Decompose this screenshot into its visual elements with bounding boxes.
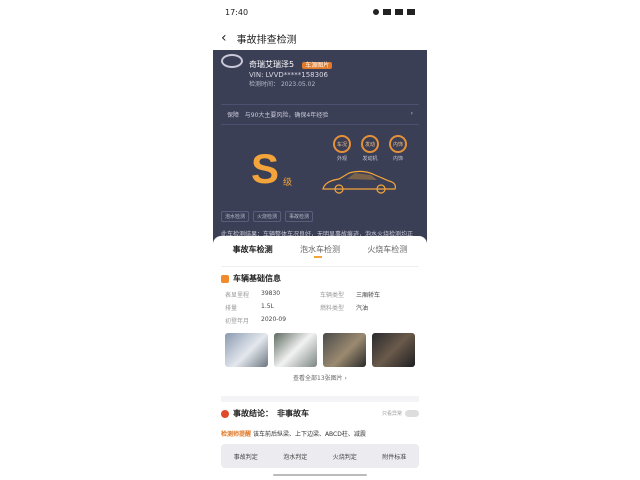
info-label: 初登年月 [225,318,250,325]
check-chips: 泡水检测 火烧检测 事故检测 [213,211,427,222]
status-bar: 17:40 [213,0,427,24]
info-label: 表显里程 [225,292,250,299]
info-value: 39830 [261,290,281,297]
tab-bar: 事故车检测 泡水车检测 火烧车检测 [213,236,427,264]
bottom-nav: 事故判定 泡水判定 火烧判定 附件标准 [221,444,419,468]
check-chip: 火烧检测 [253,211,282,222]
location-icon [373,9,379,15]
info-label: 排量 [225,305,238,312]
battery-icon [407,9,415,15]
vin-number: VIN: LVVD*****158306 [249,71,328,79]
info-row: 初登年月 2020-09 [225,316,320,325]
chevron-right-icon: › [410,110,413,117]
inspection-date-label: 检测时间： [249,81,280,88]
score-ring: 发动 [361,135,379,153]
conclusion-icon [221,409,229,418]
basic-info-title-text: 车辆基础信息 [233,274,281,283]
abnormal-only-label: 只看异常 [381,411,402,417]
nav-bar: ‹ 事故排查检测 [213,24,427,52]
basic-info-card: 车辆基础信息 表显里程 39830 车辆类型 三厢轿车 排量 1.5L 燃料类型… [221,266,419,382]
check-chip: 事故检测 [285,211,314,222]
back-arrow-icon[interactable]: ‹ [221,30,227,46]
info-row: 排量 1.5L [225,303,320,312]
tab-accident[interactable]: 事故车检测 [233,244,273,264]
info-row: 表显里程 39830 [225,290,320,299]
car-illustration-icon [322,170,396,194]
bottom-nav-item[interactable]: 泡水判定 [283,452,307,461]
info-value: 1.5L [261,303,274,310]
basic-info-title: 车辆基础信息 [221,273,419,284]
car-name: 奇瑞艾瑞泽5 [249,60,295,69]
car-photo[interactable] [372,333,415,367]
guarantee-label: 保障 [227,112,240,119]
ring-item: 内饰 内饰 [389,135,407,162]
grade-suffix: 级 [283,178,293,188]
tab-fire[interactable]: 火烧车检测 [367,244,407,264]
summary-text: 该车前后纵梁、上下边梁、ABCD柱、减震 [252,431,366,438]
grade-letter: S [251,145,280,192]
ring-item: 发动 发动机 [361,135,379,162]
car-photos [221,333,419,367]
car-photo-badge[interactable]: 车源图片 [302,62,333,69]
grade-area: S 级 车况 外观 发动 发动机 内饰 内饰 [213,131,427,211]
info-value: 汽油 [356,305,369,312]
ring-label: 内饰 [392,156,403,162]
car-info-icon [221,274,229,283]
check-chip: 泡水检测 [221,211,250,222]
status-time: 17:40 [225,7,249,17]
guarantee-row[interactable]: 保障 与90大主要风险，确保4年经验 › [221,104,419,125]
bottom-nav-item[interactable]: 附件标准 [382,452,406,461]
abnormal-only-toggle[interactable] [405,410,419,417]
info-value: 三厢轿车 [356,292,381,299]
score-rings: 车况 外观 发动 发动机 内饰 内饰 [333,135,407,162]
info-value: 2020-09 [261,316,287,323]
basic-info-grid: 表显里程 39830 车辆类型 三厢轿车 排量 1.5L 燃料类型 汽油 初登年… [221,290,419,325]
phone-screen: 17:40 ‹ 事故排查检测 奇瑞艾瑞泽5 车源图片 VIN: LVVD****… [213,0,427,480]
score-ring: 车况 [333,135,351,153]
conclusion-value: 非事故车 [277,409,309,418]
info-row: 燃料类型 汽油 [320,303,415,312]
bottom-nav-item[interactable]: 火烧判定 [333,452,357,461]
score-ring: 内饰 [389,135,407,153]
car-photo[interactable] [274,333,317,367]
status-icons [373,9,415,15]
car-info: 奇瑞艾瑞泽5 车源图片 VIN: LVVD*****158306 检测时间： 2… [213,50,427,90]
wifi-icon [395,9,403,15]
ring-label: 外观 [336,156,347,162]
guarantee-text: 与90大主要风险，确保4年经验 [244,112,329,119]
info-label: 车辆类型 [320,292,345,299]
tab-indicator [314,256,322,258]
page-title: 事故排查检测 [236,34,297,46]
conclusion-row: 事故结论： 非事故车 只看异常 [221,396,419,419]
signal-icon [383,9,391,15]
ring-item: 车况 外观 [333,135,351,162]
ring-label: 发动机 [362,156,378,162]
bottom-nav-item[interactable]: 事故判定 [234,452,258,461]
car-photo[interactable] [323,333,366,367]
report-header: 奇瑞艾瑞泽5 车源图片 VIN: LVVD*****158306 检测时间： 2… [213,50,427,250]
info-row: 车辆类型 三厢轿车 [320,290,415,299]
info-label: 燃料类型 [320,305,345,312]
home-indicator [273,474,367,476]
view-all-photos-link[interactable]: 查看全部13张图片 › [221,373,419,382]
summary-brand: 检测师提醒 [221,431,252,438]
car-photo[interactable] [225,333,268,367]
inspection-date: 2023.05.02 [280,81,316,88]
inspector-summary: 检测师提醒 该车前后纵梁、上下边梁、ABCD柱、减震 [221,429,419,438]
tab-flood[interactable]: 泡水车检测 [300,244,340,264]
brand-logo-icon [221,54,243,68]
conclusion-label: 事故结论： [233,409,273,418]
